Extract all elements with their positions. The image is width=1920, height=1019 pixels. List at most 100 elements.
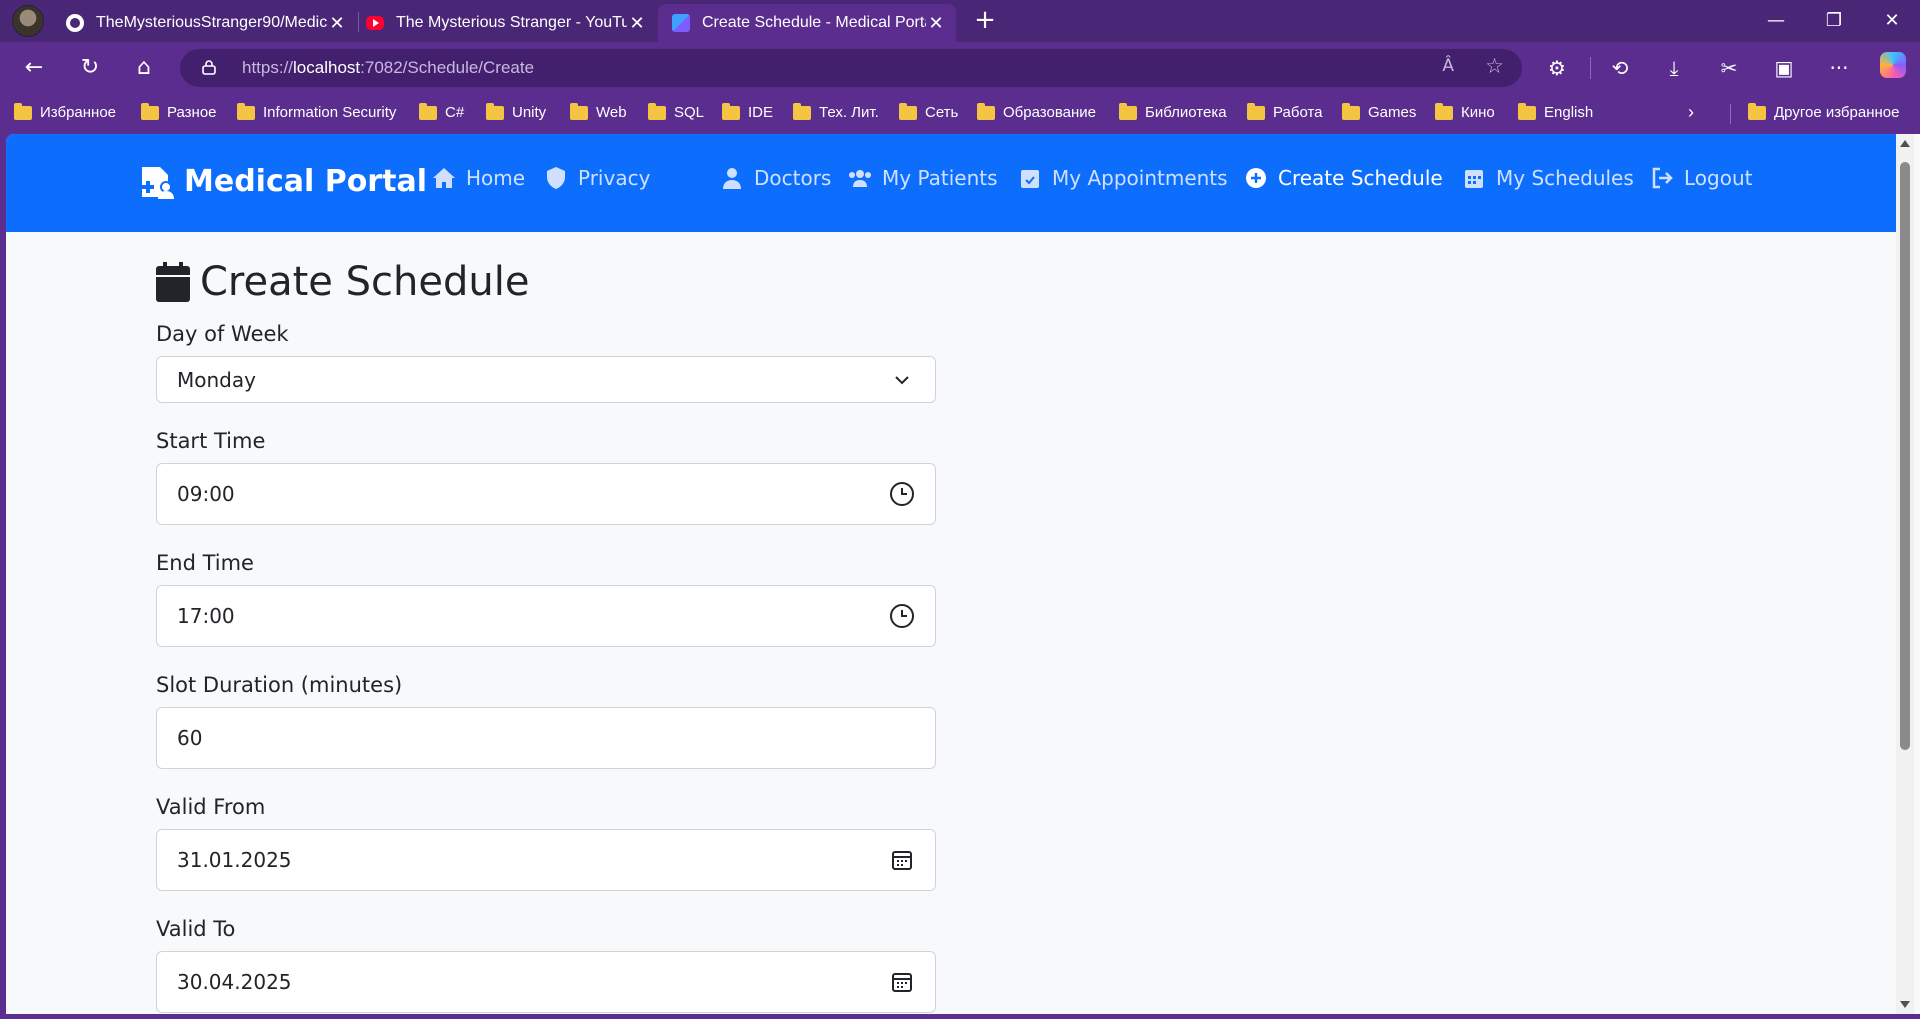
end-time-label: End Time [156,551,254,575]
tab-github[interactable]: TheMysteriousStranger90/Medical ✕ [52,4,357,42]
close-window-button[interactable]: ✕ [1864,0,1920,42]
folder-icon [237,102,255,120]
more-menu-icon[interactable]: ··· [1823,52,1855,84]
bookmark-folder[interactable]: Unity [486,102,546,121]
profile-avatar[interactable] [12,5,44,37]
nav-my-appointments[interactable]: My Appointments [1018,166,1228,190]
minimize-button[interactable]: — [1748,0,1804,42]
tab-youtube[interactable]: The Mysterious Stranger - YouTube ✕ [352,4,657,42]
tab-title: Create Schedule - Medical Portal [702,14,926,31]
tab-create-schedule[interactable]: Create Schedule - Medical Portal ✕ [658,4,956,42]
bookmark-folder[interactable]: Избранное [14,102,116,121]
close-icon[interactable]: ✕ [627,13,647,34]
folder-icon [419,102,437,120]
folder-icon [899,102,917,120]
valid-to-label: Valid To [156,917,236,941]
page-scrollbar[interactable] [1896,134,1914,1014]
scrollbar-thumb[interactable] [1900,162,1910,750]
folder-icon [1748,102,1766,120]
start-time-value: 09:00 [177,482,235,506]
read-aloud-icon[interactable]: Â [1442,56,1454,76]
nav-my-schedules[interactable]: My Schedules [1462,166,1634,190]
valid-from-label: Valid From [156,795,266,819]
medical-file-icon [142,166,174,199]
bookmark-folder[interactable]: Образование [977,102,1096,121]
github-icon [66,14,84,32]
schedule-form: Create Schedule Day of Week Monday Start… [156,252,936,1013]
valid-to-input[interactable]: 30.04.2025 [156,951,936,1013]
chevron-right-icon[interactable]: › [1688,102,1694,123]
bookmark-folder[interactable]: Сеть [899,102,958,121]
valid-to-value: 30.04.2025 [177,970,292,994]
back-button[interactable]: ← [18,52,50,84]
bookmarks-divider [1730,104,1731,124]
restore-button[interactable]: ❐ [1806,0,1862,42]
nav-create-schedule[interactable]: Create Schedule [1244,166,1443,190]
folder-icon [977,102,995,120]
folder-icon [722,102,740,120]
screenshot-icon[interactable]: ✂ [1713,52,1745,84]
bookmark-folder[interactable]: Разное [141,102,217,121]
start-time-input[interactable]: 09:00 [156,463,936,525]
downloads-icon[interactable]: ⤓ [1658,52,1690,84]
calendar-picker-icon[interactable] [889,847,915,873]
day-of-week-select[interactable]: Monday [156,356,936,403]
new-tab-button[interactable]: + [970,6,1000,36]
end-time-value: 17:00 [177,604,235,628]
calendar-picker-icon[interactable] [889,969,915,995]
nav-home[interactable]: Home [432,166,525,190]
nav-logout[interactable]: Logout [1650,166,1752,190]
close-icon[interactable]: ✕ [926,13,946,34]
calendar-icon [1465,170,1483,188]
scroll-down-icon[interactable] [1900,1001,1910,1008]
slot-duration-label: Slot Duration (minutes) [156,673,403,697]
bookmark-folder[interactable]: Information Security [237,102,396,121]
folder-icon [14,102,32,120]
history-icon[interactable]: ⟲ [1604,52,1636,84]
reload-button[interactable]: ↻ [74,52,106,84]
bookmark-folder[interactable]: IDE [722,102,773,121]
end-time-input[interactable]: 17:00 [156,585,936,647]
bookmark-folder[interactable]: Библиотека [1119,102,1227,121]
nav-doctors[interactable]: Doctors [720,166,831,190]
extensions-icon[interactable]: ⚙ [1541,52,1573,84]
valid-from-input[interactable]: 31.01.2025 [156,829,936,891]
clock-icon[interactable] [889,481,915,507]
calendar-check-icon [1021,170,1039,188]
doctor-icon [723,168,741,189]
bookmark-folder[interactable]: SQL [648,102,704,121]
plus-circle-icon [1246,168,1266,188]
bookmark-folder[interactable]: C# [419,102,464,121]
bookmark-folder[interactable]: Games [1342,102,1416,121]
bookmark-folder[interactable]: Web [570,102,627,121]
nav-privacy[interactable]: Privacy [544,166,650,190]
medical-portal-icon [672,14,690,32]
bookmark-folder[interactable]: Кино [1435,102,1495,121]
bookmark-folder[interactable]: Тех. Лит. [793,102,879,121]
folder-icon [141,102,159,120]
folder-icon [1247,102,1265,120]
start-time-label: Start Time [156,429,266,453]
other-bookmarks[interactable]: Другое избранное [1748,102,1899,121]
copilot-icon[interactable] [1880,52,1906,78]
chevron-down-icon [895,375,909,384]
bookmarks-bar: Избранное Разное Information Security C#… [0,94,1920,134]
clock-icon[interactable] [889,603,915,629]
home-button[interactable]: ⌂ [128,52,160,84]
address-bar[interactable]: https://localhost:7082/Schedule/Create A… [180,49,1522,87]
slot-duration-input[interactable]: 60 [156,707,936,769]
scroll-up-icon[interactable] [1900,140,1910,147]
youtube-icon [366,16,384,30]
lock-icon [202,60,216,75]
day-of-week-label: Day of Week [156,322,289,346]
bookmark-folder[interactable]: Работа [1247,102,1323,121]
close-icon[interactable]: ✕ [327,13,347,34]
brand-name: Medical Portal [184,164,427,199]
bookmark-folder[interactable]: English [1518,102,1593,121]
collections-icon[interactable]: ▣ [1768,52,1800,84]
favorite-star-icon[interactable]: ☆ [1485,54,1504,78]
nav-my-patients[interactable]: My Patients [848,166,998,190]
slot-duration-value: 60 [177,726,203,750]
brand-link[interactable]: Medical Portal [140,164,427,199]
browser-toolbar: ← ↻ ⌂ https://localhost:7082/Schedule/Cr… [0,42,1920,94]
